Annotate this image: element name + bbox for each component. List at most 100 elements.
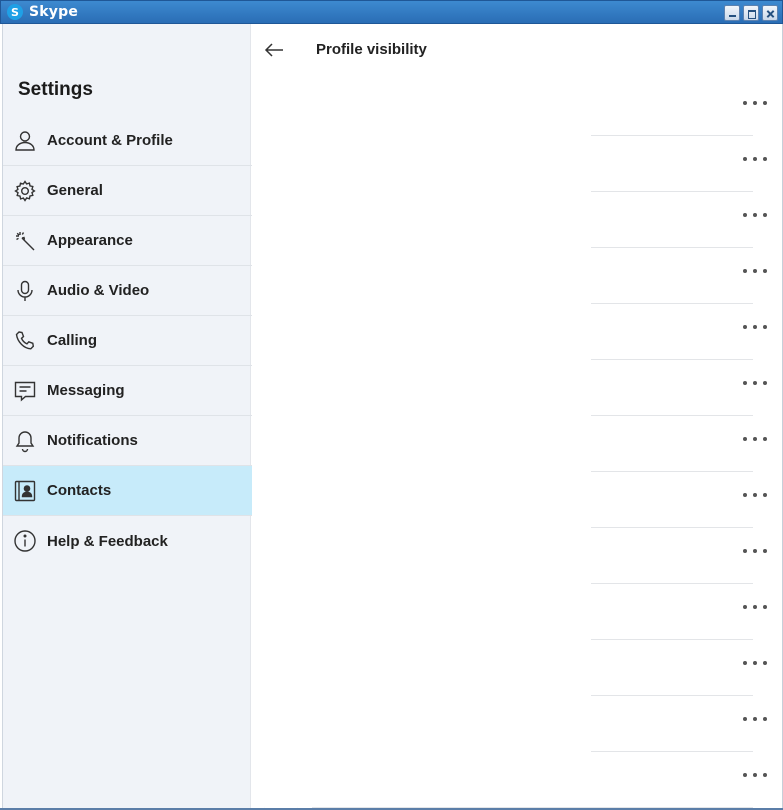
dot	[753, 325, 757, 329]
dot	[753, 717, 757, 721]
dot	[743, 773, 747, 777]
dot	[753, 661, 757, 665]
window-controls	[724, 5, 778, 21]
window-titlebar: S Skype	[0, 0, 783, 24]
sidebar-item-messaging[interactable]: Messaging	[3, 366, 252, 416]
dot	[743, 549, 747, 553]
dot	[753, 549, 757, 553]
dot	[763, 325, 767, 329]
list-item	[252, 528, 783, 584]
dot	[763, 773, 767, 777]
dot	[763, 549, 767, 553]
sidebar-item-help-feedback[interactable]: Help & Feedback	[3, 516, 252, 566]
dot	[763, 717, 767, 721]
window-title: Skype	[29, 4, 79, 20]
info-icon	[13, 529, 37, 553]
sidebar-item-label: Account & Profile	[47, 132, 173, 149]
back-arrow-icon[interactable]	[262, 38, 286, 62]
sidebar-item-label: Calling	[47, 332, 98, 349]
dot	[753, 605, 757, 609]
more-options-icon[interactable]	[743, 96, 767, 110]
dot	[753, 437, 757, 441]
dot	[753, 269, 757, 273]
dot	[743, 381, 747, 385]
dot	[743, 437, 747, 441]
more-options-icon[interactable]	[743, 600, 767, 614]
more-options-icon[interactable]	[743, 432, 767, 446]
dot	[743, 605, 747, 609]
dot	[743, 213, 747, 217]
bell-icon	[13, 429, 37, 453]
dot	[743, 269, 747, 273]
list-item	[252, 640, 783, 696]
sidebar-item-label: Notifications	[47, 432, 138, 449]
list-item	[252, 80, 783, 136]
dot	[763, 213, 767, 217]
dot	[743, 157, 747, 161]
more-options-icon[interactable]	[743, 656, 767, 670]
more-options-icon[interactable]	[743, 376, 767, 390]
profile-visibility-list	[252, 80, 783, 808]
chat-icon	[13, 379, 37, 403]
sidebar-item-label: General	[47, 182, 103, 199]
more-options-icon[interactable]	[743, 712, 767, 726]
dot	[753, 493, 757, 497]
dot	[763, 437, 767, 441]
dot	[753, 381, 757, 385]
more-options-icon[interactable]	[743, 320, 767, 334]
dot	[753, 773, 757, 777]
sidebar-item-notifications[interactable]: Notifications	[3, 416, 252, 466]
dot	[763, 493, 767, 497]
more-options-icon[interactable]	[743, 544, 767, 558]
microphone-icon	[13, 279, 37, 303]
minimize-button[interactable]	[724, 5, 740, 21]
settings-nav: Account & Profile General Appearance Aud…	[3, 116, 252, 566]
phone-icon	[13, 329, 37, 353]
sidebar-item-calling[interactable]: Calling	[3, 316, 252, 366]
maximize-button[interactable]	[743, 5, 759, 21]
person-icon	[13, 129, 37, 153]
settings-main-panel: Profile visibility	[252, 24, 783, 808]
magic-wand-icon	[13, 229, 37, 253]
list-item	[252, 304, 783, 360]
dot	[753, 213, 757, 217]
sidebar-item-audio-video[interactable]: Audio & Video	[3, 266, 252, 316]
sidebar-item-label: Help & Feedback	[47, 532, 168, 550]
skype-logo-icon: S	[7, 4, 23, 20]
list-item	[252, 472, 783, 528]
sidebar-item-account-profile[interactable]: Account & Profile	[3, 116, 252, 166]
list-item	[252, 584, 783, 640]
dot	[763, 157, 767, 161]
sidebar-item-general[interactable]: General	[3, 166, 252, 216]
more-options-icon[interactable]	[743, 768, 767, 782]
page-title: Profile visibility	[316, 41, 427, 58]
contact-card-icon	[13, 479, 37, 503]
sidebar-item-label: Appearance	[47, 232, 133, 249]
list-item	[252, 192, 783, 248]
dot	[763, 101, 767, 105]
more-options-icon[interactable]	[743, 488, 767, 502]
more-options-icon[interactable]	[743, 208, 767, 222]
sidebar-item-contacts[interactable]: Contacts	[3, 466, 252, 516]
list-item	[252, 752, 783, 808]
dot	[743, 101, 747, 105]
sidebar-item-label: Contacts	[47, 482, 112, 499]
close-window-button[interactable]	[762, 5, 778, 21]
dot	[743, 325, 747, 329]
dot	[753, 101, 757, 105]
dot	[743, 661, 747, 665]
dot	[743, 493, 747, 497]
sidebar-item-label: Messaging	[47, 382, 125, 399]
more-options-icon[interactable]	[743, 264, 767, 278]
list-item	[252, 136, 783, 192]
sidebar-item-appearance[interactable]: Appearance	[3, 216, 252, 266]
more-options-icon[interactable]	[743, 152, 767, 166]
list-item	[252, 416, 783, 472]
dot	[753, 157, 757, 161]
sidebar-item-label: Audio & Video	[47, 282, 150, 299]
dot	[763, 605, 767, 609]
dot	[763, 269, 767, 273]
list-item	[252, 696, 783, 752]
list-item	[252, 360, 783, 416]
settings-sidebar: Settings Account & Profile General Appea…	[2, 24, 252, 808]
